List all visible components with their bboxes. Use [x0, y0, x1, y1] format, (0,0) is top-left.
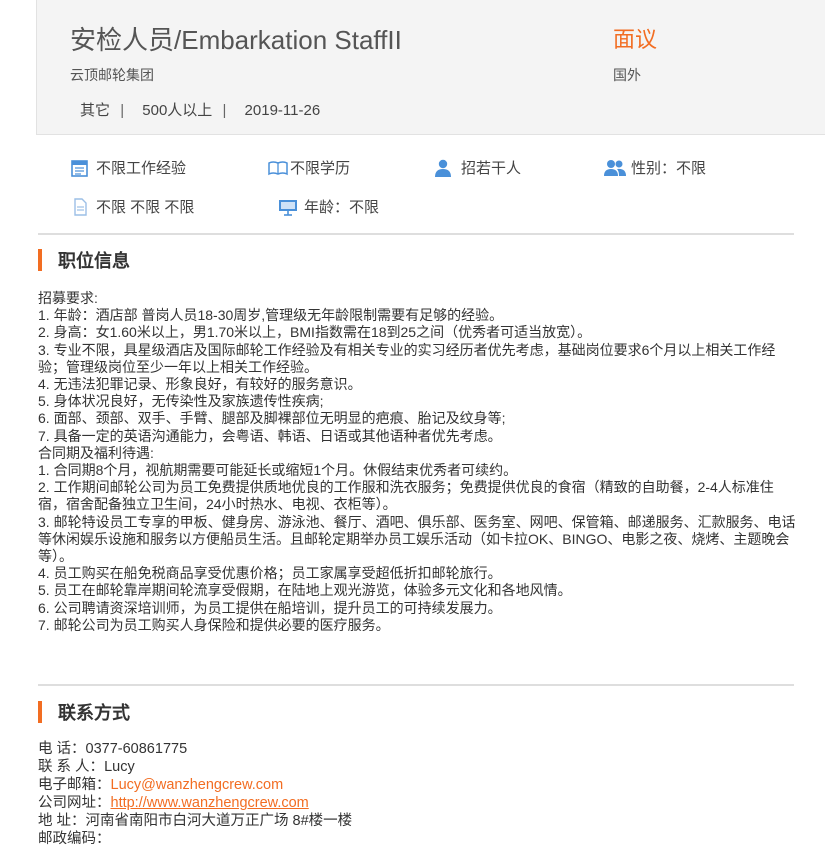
company-name[interactable]: 云顶邮轮集团 — [70, 65, 154, 85]
job-title: 安检人员/Embarkation StaffII — [70, 25, 402, 55]
contact-postcode: 邮政编码： — [38, 830, 798, 848]
description-line: 合同期及福利待遇: — [38, 444, 154, 461]
meta-separator: | — [120, 102, 125, 119]
contact-address: 地 址：河南省南阳市白河大道万正广场 8#楼一楼 — [38, 812, 798, 830]
headcount-requirement: 招若干人 — [433, 157, 521, 178]
experience-label: 不限工作经验 — [96, 160, 187, 177]
description-line: 2. 身高：女1.60米以上，男1.70米以上，BMI指数需在18到25之间（优… — [38, 324, 592, 341]
gender-label: 性别：不限 — [631, 160, 707, 177]
phone-label: 电 话： — [38, 741, 86, 757]
job-meta: 其它 | 500人以上 | 2019-11-26 — [70, 99, 320, 120]
description-line: 1. 合同期8个月，视航期需要可能延长或缩短1个月。休假结束优秀者可续约。 — [38, 462, 518, 479]
description-line: 4. 员工购买在船免税商品享受优惠价格；员工家属享受超低折扣邮轮旅行。 — [38, 565, 502, 582]
education-requirement: 不限学历 — [268, 157, 350, 178]
other-label: 不限 不限 不限 — [96, 199, 195, 216]
book-icon — [268, 159, 288, 177]
email-label: 电子邮箱： — [38, 777, 111, 793]
person-icon — [433, 159, 453, 177]
salary: 面议 — [613, 27, 658, 52]
section-divider — [38, 684, 794, 686]
experience-requirement: 不限工作经验 — [70, 157, 186, 178]
description-line: 招募要求: — [38, 290, 98, 306]
section-accent-bar — [38, 249, 42, 271]
industry: 其它 — [80, 102, 111, 119]
contact-person: 联 系 人：Lucy — [38, 758, 798, 776]
phone-value: 0377-60861775 — [85, 741, 188, 757]
website-label: 公司网址： — [38, 795, 111, 811]
description-line: 6. 面部、颈部、双手、手臂、腿部及脚裸部位无明显的疤痕、胎记及纹身等; — [38, 410, 506, 427]
section-accent-bar — [38, 701, 42, 723]
description-line: 3. 专业不限，具星级酒店及国际邮轮工作经验及有相关专业的实习经历者优先考虑，基… — [38, 341, 776, 375]
job-location: 国外 — [613, 67, 641, 83]
calendar-icon — [70, 159, 90, 177]
headcount-label: 招若干人 — [461, 160, 522, 177]
contact-email: 电子邮箱：Lucy@wanzhengcrew.com — [38, 776, 798, 794]
age-label: 年龄：不限 — [304, 199, 380, 216]
description-line: 3. 邮轮特设员工专享的甲板、健身房、游泳池、餐厅、酒吧、俱乐部、医务室、网吧、… — [38, 513, 796, 565]
presentation-icon — [278, 198, 298, 216]
postcode-label: 邮政编码： — [38, 831, 111, 847]
person-value: Lucy — [104, 759, 135, 775]
description-line: 4. 无违法犯罪记录、形象良好，有较好的服务意识。 — [38, 376, 362, 393]
company-size: 500人以上 — [142, 102, 213, 119]
email-link[interactable]: Lucy@wanzhengcrew.com — [111, 777, 284, 793]
contact-phone: 电 话：0377-60861775 — [38, 740, 798, 758]
post-date: 2019-11-26 — [244, 102, 321, 119]
age-requirement: 年龄：不限 — [278, 196, 379, 217]
section-title: 联系方式 — [58, 703, 130, 723]
section-title: 职位信息 — [58, 251, 130, 271]
description-line: 5. 员工在邮轮靠岸期间轮流享受假期，在陆地上观光游览，体验多元文化和各地风情。 — [38, 582, 572, 599]
contact-website: 公司网址：http://www.wanzhengcrew.com — [38, 794, 798, 812]
description-line: 2. 工作期间邮轮公司为员工免费提供质地优良的工作服和洗衣服务；免费提供优良的食… — [38, 479, 774, 513]
job-description: 招募要求: 1. 年龄：酒店部 普岗人员18-30周岁,管理级无年龄限制需要有足… — [38, 290, 798, 634]
gender-requirement: 性别：不限 — [603, 157, 706, 178]
job-info-header: 职位信息 — [38, 249, 130, 271]
description-line: 7. 邮轮公司为员工购买人身保险和提供必要的医疗服务。 — [38, 616, 390, 633]
description-line: 1. 年龄：酒店部 普岗人员18-30周岁,管理级无年龄限制需要有足够的经验。 — [38, 307, 504, 324]
description-line: 6. 公司聘请资深培训师，为员工提供在船培训，提升员工的可持续发展力。 — [38, 599, 502, 616]
person-label: 联 系 人： — [38, 759, 105, 775]
website-link[interactable]: http://www.wanzhengcrew.com — [111, 795, 309, 811]
description-line: 7. 具备一定的英语沟通能力，会粤语、韩语、日语或其他语种者优先考虑。 — [38, 427, 502, 444]
contact-info: 电 话：0377-60861775 联 系 人：Lucy 电子邮箱：Lucy@w… — [38, 740, 798, 848]
people-icon — [603, 159, 627, 177]
document-icon — [70, 197, 90, 216]
meta-separator: | — [222, 102, 227, 119]
contact-header: 联系方式 — [38, 701, 130, 723]
other-requirement: 不限 不限 不限 — [70, 196, 194, 217]
section-divider — [38, 233, 794, 235]
address-value: 河南省南阳市白河大道万正广场 8#楼一楼 — [85, 813, 353, 829]
description-line: 5. 身体状况良好，无传染性及家族遗传性疾病; — [38, 393, 324, 410]
education-label: 不限学历 — [290, 160, 351, 177]
address-label: 地 址： — [38, 813, 86, 829]
